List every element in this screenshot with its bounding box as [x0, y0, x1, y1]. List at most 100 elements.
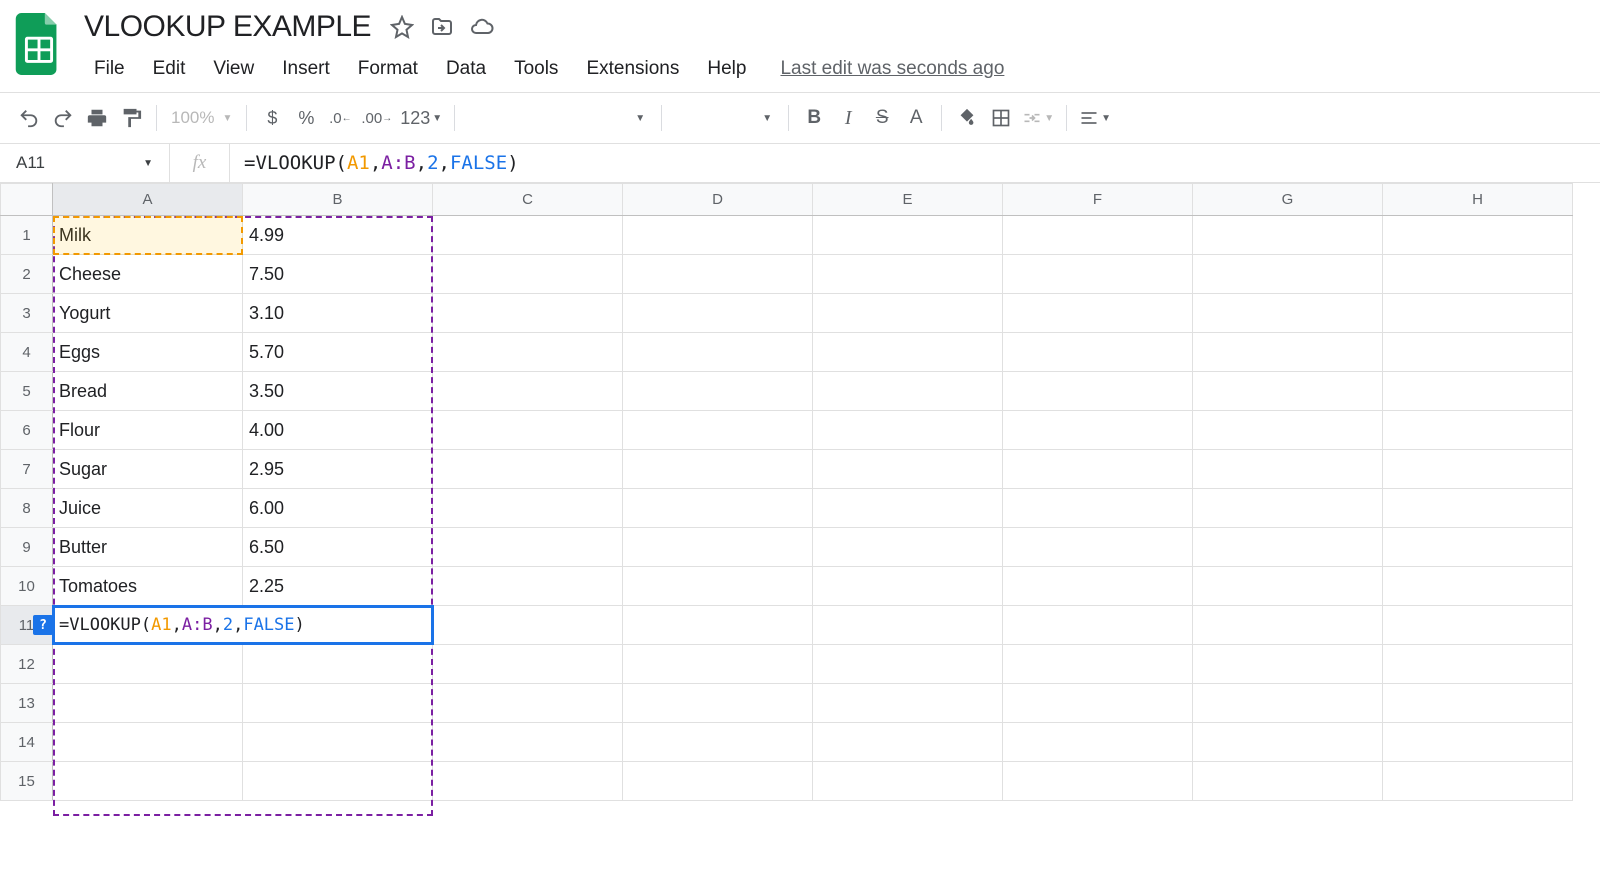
cell[interactable] [1193, 333, 1383, 372]
cell[interactable] [1193, 762, 1383, 801]
cell[interactable] [433, 684, 623, 723]
cell-A9[interactable]: Butter [53, 528, 243, 567]
menu-insert[interactable]: Insert [268, 52, 344, 86]
cell[interactable] [813, 567, 1003, 606]
cell[interactable] [623, 684, 813, 723]
font-size-dropdown[interactable]: ▼ [670, 101, 780, 135]
cell[interactable] [53, 684, 243, 723]
cell-B3[interactable]: 3.10 [243, 294, 433, 333]
cell-B5[interactable]: 3.50 [243, 372, 433, 411]
fill-color-icon[interactable] [950, 101, 984, 135]
currency-button[interactable]: $ [255, 101, 289, 135]
active-cell-editor[interactable]: ? =VLOOKUP(A1, A:B, 2,FALSE) [52, 605, 434, 645]
cell[interactable] [813, 255, 1003, 294]
cell-B2[interactable]: 7.50 [243, 255, 433, 294]
column-header-B[interactable]: B [243, 184, 433, 216]
cell[interactable] [1003, 489, 1193, 528]
cell[interactable] [1193, 294, 1383, 333]
cell[interactable] [623, 372, 813, 411]
row-header[interactable]: 1 [1, 216, 53, 255]
cell[interactable] [243, 762, 433, 801]
cell-A7[interactable]: Sugar [53, 450, 243, 489]
cell[interactable] [1003, 216, 1193, 255]
menu-file[interactable]: File [80, 52, 139, 86]
italic-button[interactable]: I [831, 101, 865, 135]
cell[interactable] [813, 528, 1003, 567]
column-header-E[interactable]: E [813, 184, 1003, 216]
cell[interactable] [623, 411, 813, 450]
document-title[interactable]: VLOOKUP EXAMPLE [80, 8, 375, 46]
row-header[interactable]: 15 [1, 762, 53, 801]
cell[interactable] [433, 216, 623, 255]
strikethrough-button[interactable]: S [865, 101, 899, 135]
cell[interactable] [1193, 684, 1383, 723]
decrease-decimal-button[interactable]: .0← [323, 101, 357, 135]
column-header-F[interactable]: F [1003, 184, 1193, 216]
bold-button[interactable]: B [797, 101, 831, 135]
menu-view[interactable]: View [199, 52, 268, 86]
cell[interactable] [1193, 528, 1383, 567]
cell[interactable] [623, 567, 813, 606]
cell[interactable] [623, 255, 813, 294]
cell[interactable] [1383, 333, 1573, 372]
cell[interactable] [433, 528, 623, 567]
cell[interactable] [1193, 606, 1383, 645]
cell[interactable] [433, 333, 623, 372]
cell[interactable] [433, 567, 623, 606]
row-header[interactable]: 10 [1, 567, 53, 606]
cell[interactable] [623, 489, 813, 528]
column-header-A[interactable]: A [53, 184, 243, 216]
cell[interactable] [623, 606, 813, 645]
row-header[interactable]: 2 [1, 255, 53, 294]
cell[interactable] [433, 723, 623, 762]
text-color-button[interactable]: A [899, 101, 933, 135]
column-header-G[interactable]: G [1193, 184, 1383, 216]
row-header[interactable]: 9 [1, 528, 53, 567]
menu-help[interactable]: Help [693, 52, 760, 86]
cell-A4[interactable]: Eggs [53, 333, 243, 372]
cell[interactable] [813, 489, 1003, 528]
cell[interactable] [1003, 567, 1193, 606]
cell[interactable] [433, 762, 623, 801]
cell[interactable] [813, 450, 1003, 489]
cell[interactable] [1003, 606, 1193, 645]
cell-A2[interactable]: Cheese [53, 255, 243, 294]
cell[interactable] [623, 216, 813, 255]
print-icon[interactable] [80, 101, 114, 135]
cell[interactable] [53, 762, 243, 801]
last-edit-link[interactable]: Last edit was seconds ago [780, 58, 1004, 80]
row-header[interactable]: 13 [1, 684, 53, 723]
row-header[interactable]: 6 [1, 411, 53, 450]
select-all-corner[interactable] [1, 184, 53, 216]
borders-icon[interactable] [984, 101, 1018, 135]
name-box[interactable]: A11 ▼ [0, 144, 170, 182]
cell[interactable] [1383, 684, 1573, 723]
cell[interactable] [1003, 723, 1193, 762]
cell[interactable] [1003, 762, 1193, 801]
cell-A3[interactable]: Yogurt [53, 294, 243, 333]
cell[interactable] [243, 684, 433, 723]
merge-cells-icon[interactable]: ▼ [1018, 101, 1058, 135]
sheets-logo-icon[interactable] [12, 8, 66, 80]
cell[interactable] [813, 372, 1003, 411]
cell[interactable] [813, 606, 1003, 645]
row-header[interactable]: 4 [1, 333, 53, 372]
cell[interactable] [1003, 645, 1193, 684]
cell-B1[interactable]: 4.99 [243, 216, 433, 255]
cell[interactable] [1383, 372, 1573, 411]
cell[interactable] [813, 216, 1003, 255]
cell[interactable] [1003, 333, 1193, 372]
cell[interactable] [1383, 411, 1573, 450]
cell[interactable] [813, 723, 1003, 762]
cell[interactable] [53, 645, 243, 684]
cell[interactable] [813, 411, 1003, 450]
cell-B4[interactable]: 5.70 [243, 333, 433, 372]
cell[interactable] [1003, 372, 1193, 411]
cell-A6[interactable]: Flour [53, 411, 243, 450]
cell-B9[interactable]: 6.50 [243, 528, 433, 567]
menu-extensions[interactable]: Extensions [572, 52, 693, 86]
cell-B7[interactable]: 2.95 [243, 450, 433, 489]
cell[interactable] [1193, 450, 1383, 489]
cell[interactable] [1003, 294, 1193, 333]
cell-A5[interactable]: Bread [53, 372, 243, 411]
